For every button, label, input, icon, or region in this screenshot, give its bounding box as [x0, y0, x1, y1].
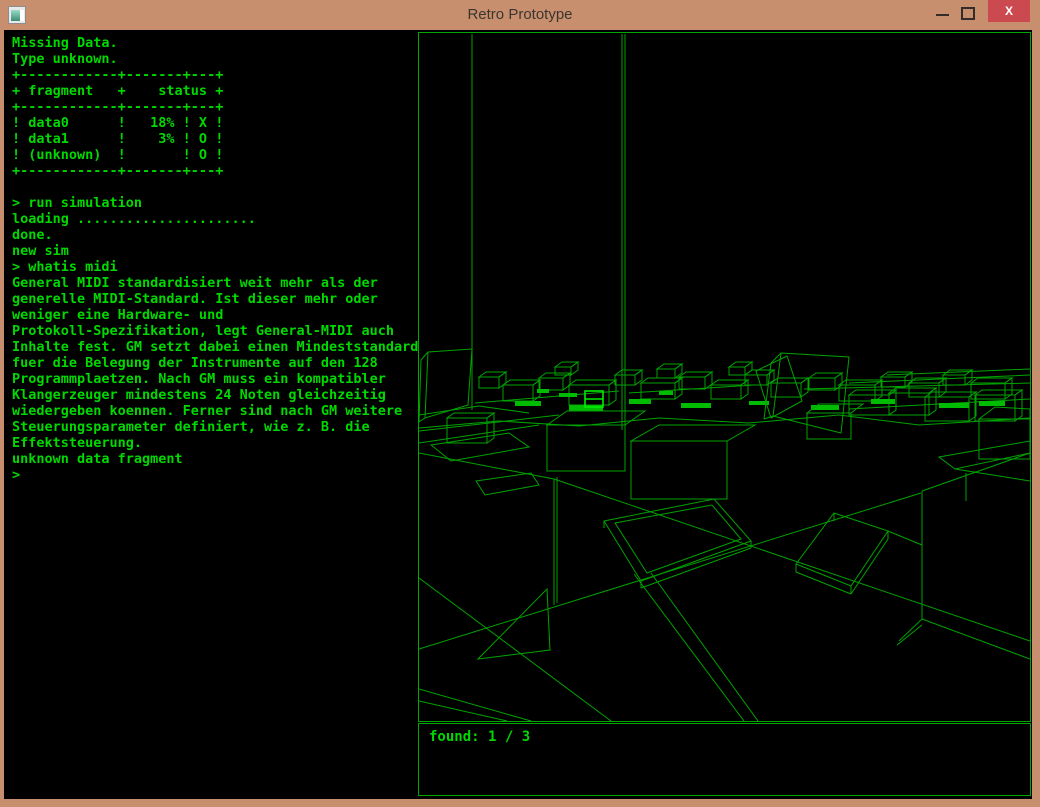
status-panel: found: 1 / 3	[418, 723, 1031, 796]
window-title: Retro Prototype	[0, 0, 1040, 30]
window-border-bottom	[0, 799, 1040, 807]
close-icon: X	[1005, 4, 1013, 18]
wireframe-scene	[419, 33, 1030, 721]
terminal-panel[interactable]: Missing Data. Type unknown. +-----------…	[4, 30, 418, 797]
app-window: Retro Prototype X Missing Data. Type unk…	[0, 0, 1040, 807]
close-button[interactable]: X	[988, 0, 1030, 22]
minimize-button[interactable]	[936, 14, 949, 16]
viewport-3d[interactable]	[418, 32, 1031, 722]
window-border-right	[1032, 30, 1040, 807]
maximize-button[interactable]	[961, 7, 975, 20]
terminal-output: Missing Data. Type unknown. +-----------…	[12, 35, 418, 483]
titlebar[interactable]: Retro Prototype X	[0, 0, 1040, 30]
found-status-text: found: 1 / 3	[429, 729, 530, 745]
